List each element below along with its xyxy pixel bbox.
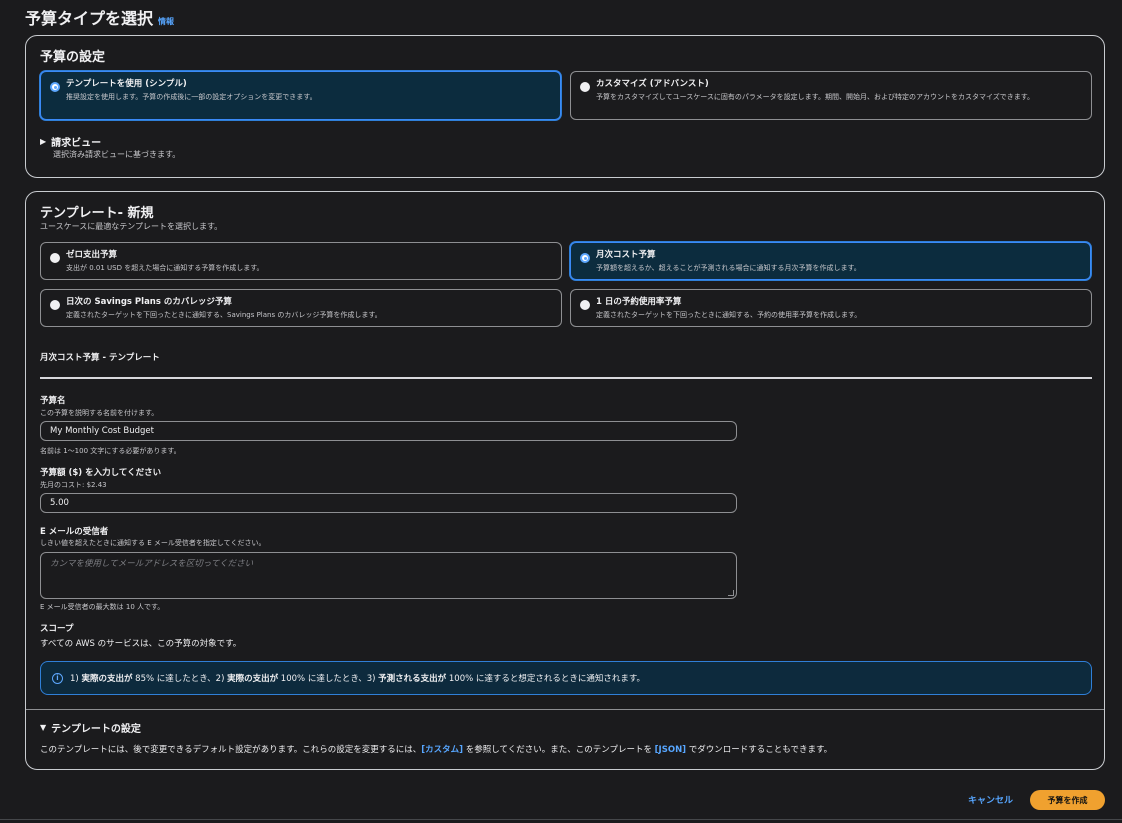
budget-setup-heading: 予算の設定 bbox=[40, 50, 106, 65]
email-recipients-label: E メールの受信者 bbox=[40, 527, 109, 537]
radio-selected-icon[interactable] bbox=[50, 82, 60, 92]
radio-selected-icon[interactable] bbox=[580, 253, 590, 263]
template-settings-expander[interactable]: ▼ テンプレートの設定 bbox=[40, 720, 141, 735]
caret-right-icon: ▶ bbox=[40, 137, 47, 146]
template-settings-title: テンプレートの設定 bbox=[51, 724, 141, 735]
template-description: 支出が 0.01 USD を超えた場合に通知する予算を作成します。 bbox=[66, 264, 264, 272]
page-title-text: 予算タイプを選択 bbox=[25, 9, 154, 28]
email-recipients-constraint: E メール受信者の最大数は 10 人です。 bbox=[40, 603, 165, 611]
template-settings-note: このテンプレートには、後で変更できるデフォルト設定があります。これらの設定を変更… bbox=[40, 745, 833, 755]
scope-label: スコープ bbox=[40, 624, 74, 634]
budget-amount-input[interactable]: 5.00 bbox=[40, 493, 737, 513]
template-savings-plans[interactable]: 日次の Savings Plans のカバレッジ予算 定義されたターゲットを下回… bbox=[40, 289, 562, 327]
resize-handle-icon[interactable] bbox=[728, 590, 734, 596]
billing-view-expander[interactable]: ▶ 請求ビュー bbox=[40, 134, 101, 149]
budget-setup-panel: 予算の設定 テンプレートを使用 (シンプル) 推奨設定を使用します。予算の作成後… bbox=[25, 35, 1105, 178]
option-title: テンプレートを使用 (シンプル) bbox=[66, 79, 187, 89]
budget-name-constraint: 名前は 1〜100 文字にする必要があります。 bbox=[40, 447, 181, 455]
template-title: ゼロ支出予算 bbox=[66, 250, 118, 260]
notification-info-alert: i 1) 実際の支出が 85% に達したとき、2) 実際の支出が 100% に達… bbox=[40, 661, 1092, 695]
radio-unselected-icon[interactable] bbox=[50, 300, 60, 310]
billing-view-title: 請求ビュー bbox=[51, 138, 102, 149]
template-description: 定義されたターゲットを下回ったときに通知する、予約の使用率予算を作成します。 bbox=[596, 311, 862, 319]
template-settings-divider bbox=[26, 709, 1104, 710]
option-use-template[interactable]: テンプレートを使用 (シンプル) 推奨設定を使用します。予算の作成後に一部の設定… bbox=[40, 71, 561, 120]
cancel-button[interactable]: キャンセル bbox=[968, 793, 1013, 806]
info-icon: i bbox=[52, 672, 63, 684]
option-customize[interactable]: カスタマイズ (アドバンスト) 予算をカスタマイズしてユースケースに固有のパラメ… bbox=[570, 71, 1092, 120]
info-link[interactable]: 情報 bbox=[158, 16, 174, 27]
email-recipients-placeholder: カンマを使用してメールアドレスを区切ってください bbox=[50, 559, 254, 569]
section-divider bbox=[40, 377, 1092, 379]
template-heading: テンプレート- 新規 bbox=[40, 206, 154, 221]
email-recipients-textarea[interactable]: カンマを使用してメールアドレスを区切ってください bbox=[40, 552, 737, 599]
template-panel: テンプレート- 新規 ユースケースに最適なテンプレートを選択します。 ゼロ支出予… bbox=[25, 191, 1105, 770]
template-section-title: 月次コスト予算 - テンプレート bbox=[40, 353, 160, 363]
page-title: 予算タイプを選択 情報 bbox=[25, 5, 174, 29]
scope-text: すべての AWS のサービスは、この予算の対象です。 bbox=[40, 639, 242, 649]
budget-amount-label: 予算額 ($) を入力してください bbox=[40, 468, 162, 478]
radio-unselected-icon[interactable] bbox=[580, 82, 590, 92]
budget-name-hint: この予算を説明する名前を付けます。 bbox=[40, 409, 159, 417]
template-subheading: ユースケースに最適なテンプレートを選択します。 bbox=[40, 222, 223, 231]
template-description: 予算額を超えるか、超えることが予測される場合に通知する月次予算を作成します。 bbox=[596, 264, 861, 272]
budget-amount-hint: 先月のコスト: $2.43 bbox=[40, 481, 107, 489]
option-description: 推奨設定を使用します。予算の作成後に一部の設定オプションを変更できます。 bbox=[66, 93, 317, 101]
bottom-divider bbox=[0, 819, 1122, 820]
template-title: 日次の Savings Plans のカバレッジ予算 bbox=[66, 297, 232, 307]
caret-down-icon: ▼ bbox=[40, 723, 47, 732]
billing-view-description: 選択済み請求ビューに基づきます。 bbox=[53, 150, 181, 159]
template-description: 定義されたターゲットを下回ったときに通知する、Savings Plans のカバ… bbox=[66, 311, 382, 319]
email-recipients-hint: しきい値を超えたときに通知する E メール受信者を指定してください。 bbox=[40, 539, 266, 547]
create-budget-button[interactable]: 予算を作成 bbox=[1030, 790, 1105, 810]
template-zero-spend[interactable]: ゼロ支出予算 支出が 0.01 USD を超えた場合に通知する予算を作成します。 bbox=[40, 242, 562, 280]
budget-name-input[interactable]: My Monthly Cost Budget bbox=[40, 421, 737, 441]
budget-name-label: 予算名 bbox=[40, 396, 66, 406]
template-reservation-utilization[interactable]: 1 日の予約使用率予算 定義されたターゲットを下回ったときに通知する、予約の使用… bbox=[570, 289, 1092, 327]
option-title: カスタマイズ (アドバンスト) bbox=[596, 79, 709, 89]
template-monthly-cost[interactable]: 月次コスト予算 予算額を超えるか、超えることが予測される場合に通知する月次予算を… bbox=[570, 242, 1091, 280]
alert-text: 1) 実際の支出が 85% に達したとき、2) 実際の支出が 100% に達した… bbox=[70, 674, 646, 684]
json-link[interactable]: [JSON] bbox=[655, 745, 686, 755]
template-title: 1 日の予約使用率予算 bbox=[596, 297, 682, 307]
option-description: 予算をカスタマイズしてユースケースに固有のパラメータを設定します。期間、開始月、… bbox=[596, 93, 1035, 101]
custom-link[interactable]: [カスタム] bbox=[421, 745, 463, 755]
template-title: 月次コスト予算 bbox=[596, 250, 656, 260]
radio-unselected-icon[interactable] bbox=[50, 253, 60, 263]
radio-unselected-icon[interactable] bbox=[580, 300, 590, 310]
